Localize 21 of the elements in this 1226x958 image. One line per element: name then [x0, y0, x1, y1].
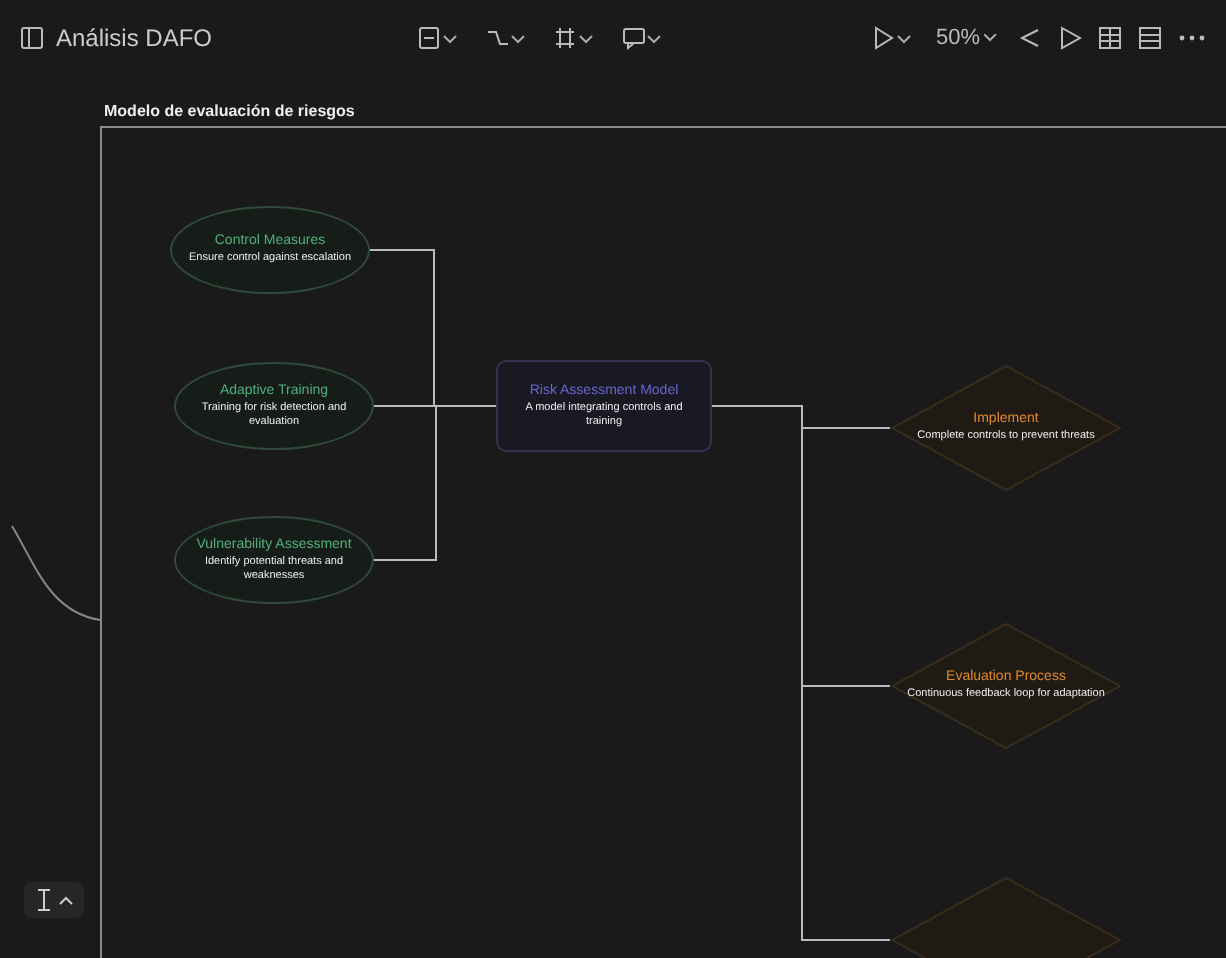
- sidebar-icon[interactable]: [20, 26, 44, 50]
- list-icon[interactable]: [1138, 26, 1162, 50]
- zoom-dropdown[interactable]: 50%: [931, 22, 1002, 54]
- curved-connector: [11, 525, 101, 621]
- text-cursor-icon[interactable]: [34, 888, 54, 912]
- cursor-icon: [871, 26, 912, 50]
- grid-icon[interactable]: [1098, 26, 1122, 50]
- caret-icon[interactable]: [58, 895, 74, 905]
- more-icon[interactable]: [1178, 34, 1206, 42]
- share-icon[interactable]: [1018, 26, 1042, 50]
- add-shape-tool[interactable]: [414, 22, 463, 54]
- frame-icon: [554, 26, 595, 50]
- comment-tool[interactable]: [618, 22, 667, 54]
- caret-icon: [984, 34, 998, 42]
- connector-icon: [486, 26, 527, 50]
- comment-icon: [622, 26, 663, 50]
- frame-tool[interactable]: [550, 22, 599, 54]
- window-title: Análisis DAFO: [56, 24, 213, 52]
- present-icon[interactable]: [1058, 26, 1082, 50]
- frame-label[interactable]: Modelo de evaluación de riesgos: [104, 102, 355, 120]
- add-shape-icon: [418, 26, 459, 50]
